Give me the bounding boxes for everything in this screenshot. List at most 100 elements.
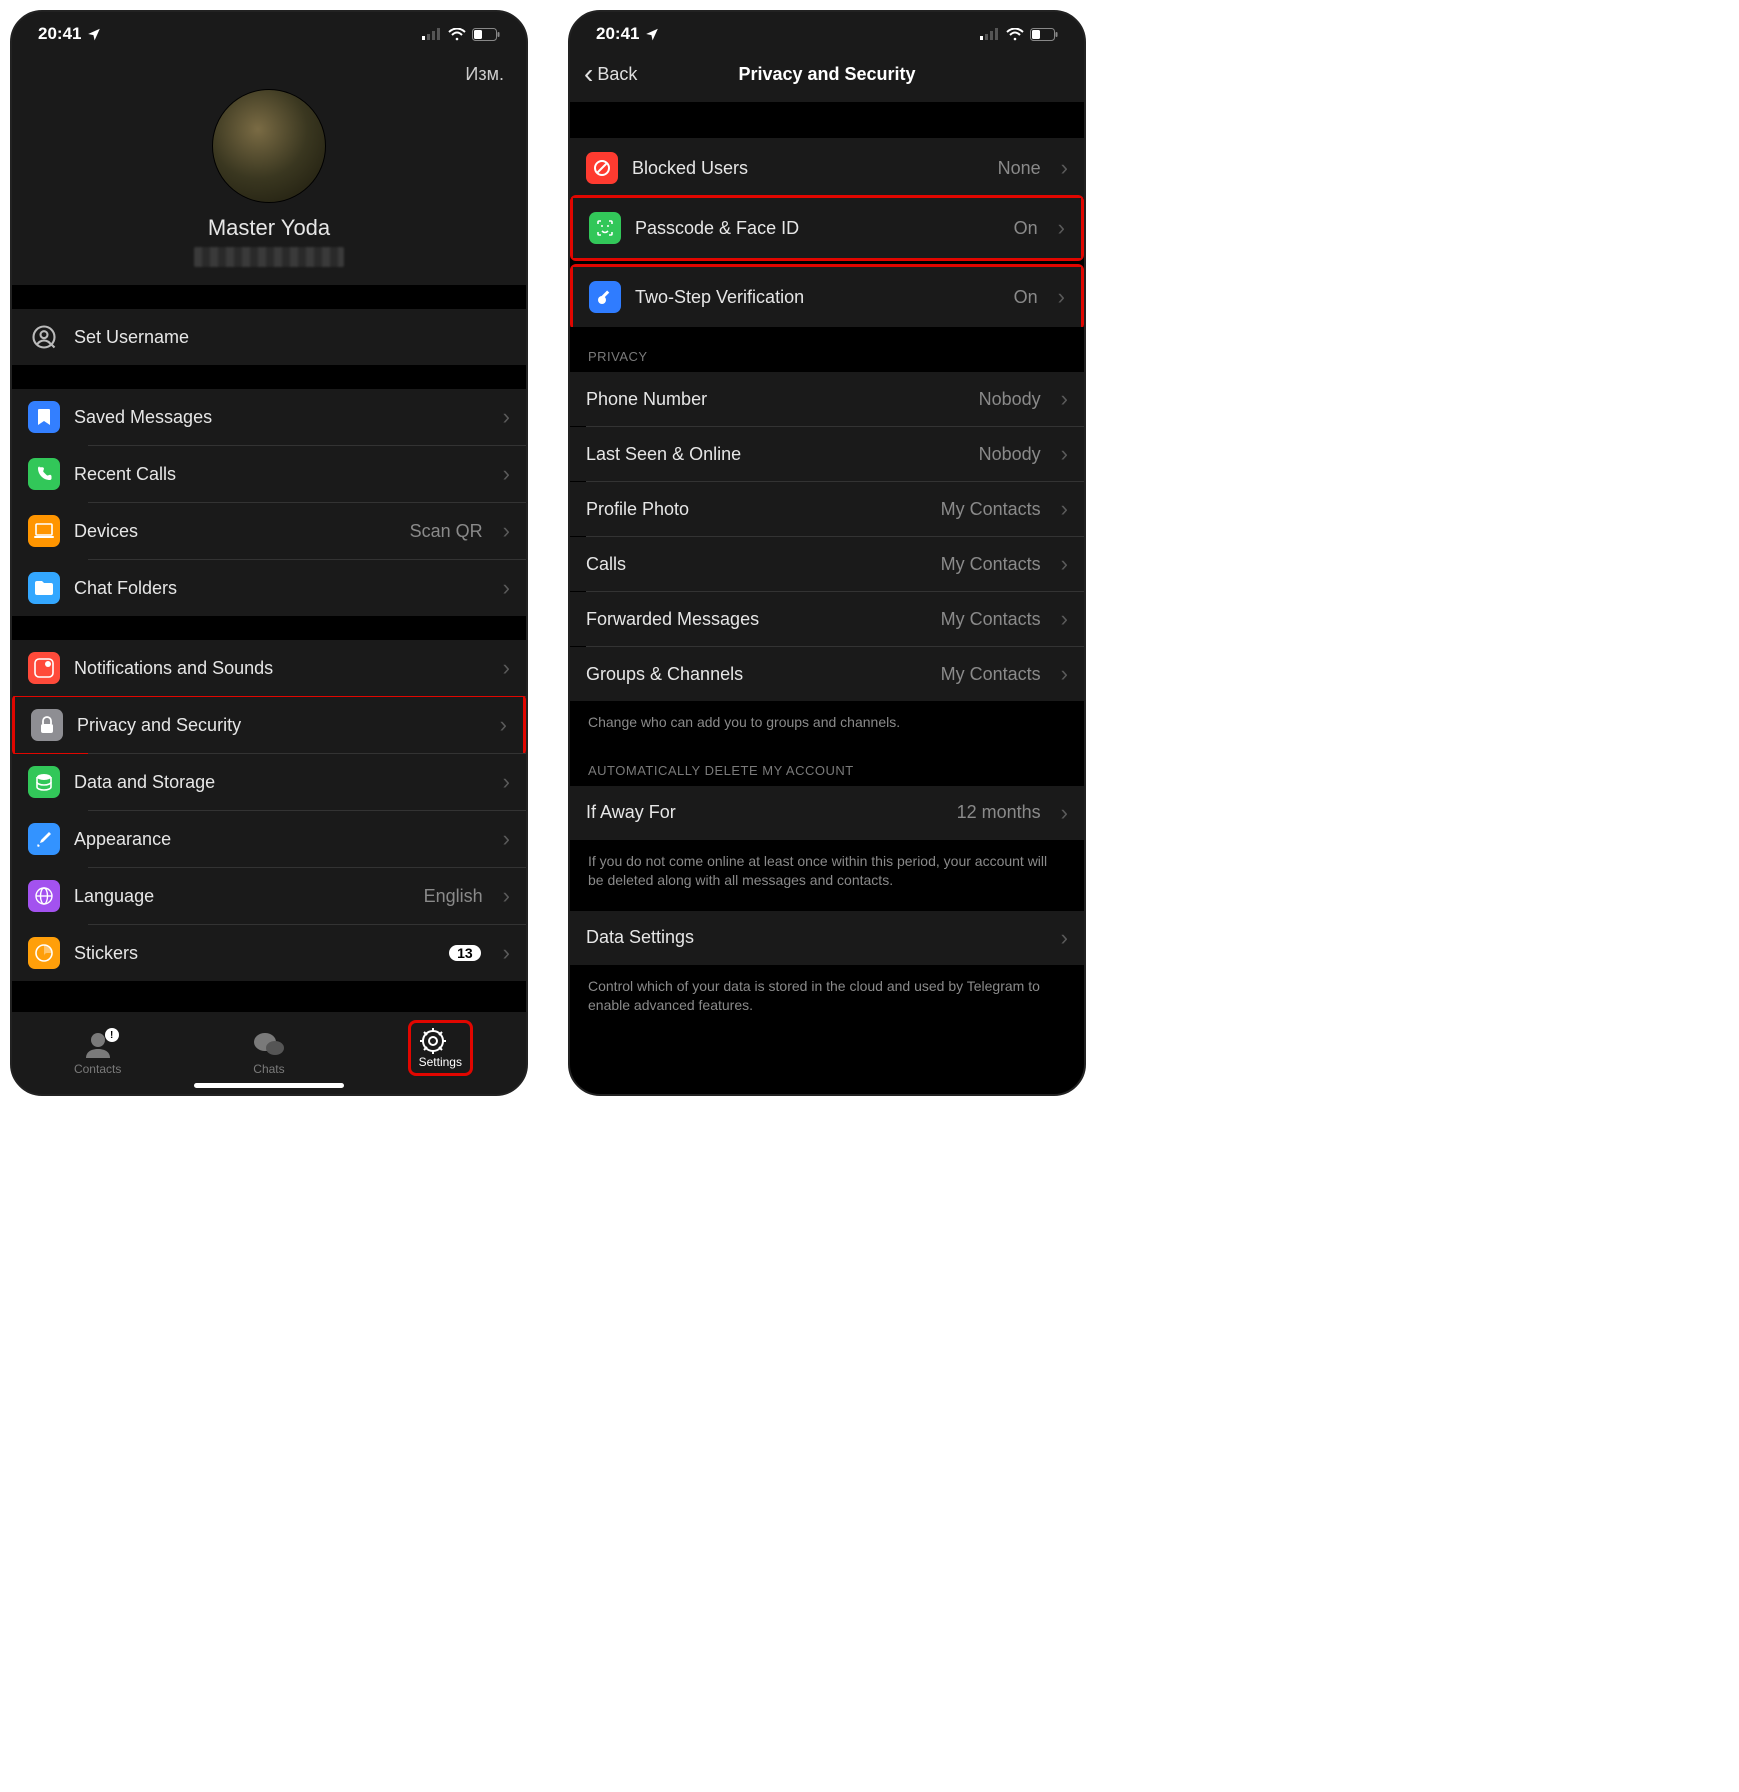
row-value: My Contacts — [941, 609, 1041, 630]
row-value: On — [1014, 218, 1038, 239]
bookmark-icon — [28, 401, 60, 433]
notifications-icon — [28, 652, 60, 684]
tab-settings[interactable]: Settings — [385, 1020, 495, 1076]
row-label: Passcode & Face ID — [635, 218, 1000, 239]
tab-chats[interactable]: Chats — [214, 1030, 324, 1076]
row-value: On — [1014, 287, 1038, 308]
location-icon — [87, 27, 101, 41]
badge-icon: ! — [105, 1028, 119, 1042]
privacy-footer: Change who can add you to groups and cha… — [570, 701, 1084, 741]
passcode-faceid-row[interactable]: Passcode & Face ID On › — [573, 198, 1081, 258]
location-icon — [645, 27, 659, 41]
home-indicator[interactable] — [194, 1083, 344, 1088]
chevron-right-icon: › — [503, 518, 510, 544]
row-label: If Away For — [586, 802, 943, 823]
signal-icon — [422, 28, 442, 40]
chevron-right-icon: › — [503, 404, 510, 430]
chevron-right-icon: › — [1058, 284, 1065, 310]
devices-row[interactable]: Devices Scan QR › — [12, 503, 526, 559]
chevron-right-icon: › — [1061, 496, 1068, 522]
privacy-security-row[interactable]: Privacy and Security › — [15, 697, 523, 753]
row-label: Stickers — [74, 943, 435, 964]
tab-label: Contacts — [74, 1062, 121, 1076]
row-label: Two-Step Verification — [635, 287, 1000, 308]
row-label: Devices — [74, 521, 396, 542]
two-step-row[interactable]: Two-Step Verification On › — [573, 267, 1081, 327]
data-settings-footer: Control which of your data is stored in … — [570, 965, 1084, 1024]
phone-icon — [28, 458, 60, 490]
passcode-highlight: Passcode & Face ID On › — [570, 195, 1084, 261]
chevron-right-icon: › — [1061, 386, 1068, 412]
wifi-icon — [448, 28, 466, 41]
groups-channels-row[interactable]: Groups & Channels My Contacts › — [570, 647, 1084, 701]
notifications-row[interactable]: Notifications and Sounds › — [12, 640, 526, 696]
chevron-right-icon: › — [1061, 155, 1068, 181]
privacy-section-header: PRIVACY — [570, 327, 1084, 372]
row-value: English — [424, 886, 483, 907]
edit-button[interactable]: Изм. — [465, 64, 504, 85]
laptop-icon — [28, 515, 60, 547]
row-value: My Contacts — [941, 664, 1041, 685]
row-label: Profile Photo — [586, 499, 927, 520]
row-label: Forwarded Messages — [586, 609, 927, 630]
back-button[interactable]: ‹ Back — [584, 60, 637, 88]
battery-icon — [472, 28, 500, 41]
chevron-right-icon: › — [503, 655, 510, 681]
tab-bar: ! Contacts Chats Settings — [12, 1011, 526, 1094]
settings-screen: 20:41 Изм. Master Yoda Set Us — [10, 10, 528, 1096]
blocked-users-row[interactable]: Blocked Users None › — [570, 138, 1084, 198]
display-name: Master Yoda — [208, 215, 330, 241]
storage-icon — [28, 766, 60, 798]
status-bar: 20:41 — [570, 12, 1084, 50]
chevron-right-icon: › — [1061, 661, 1068, 687]
status-time: 20:41 — [596, 24, 639, 44]
avatar[interactable] — [212, 89, 326, 203]
set-username-row[interactable]: Set Username — [12, 309, 526, 365]
row-label: Language — [74, 886, 410, 907]
tab-contacts[interactable]: ! Contacts — [43, 1030, 153, 1076]
row-label: Calls — [586, 554, 927, 575]
nav-bar: ‹ Back Privacy and Security — [570, 50, 1084, 102]
calls-privacy-row[interactable]: Calls My Contacts › — [570, 537, 1084, 591]
row-label: Last Seen & Online — [586, 444, 965, 465]
profile-header: Master Yoda — [12, 89, 526, 285]
stickers-row[interactable]: Stickers 13 › — [12, 925, 526, 981]
chevron-right-icon: › — [503, 826, 510, 852]
chevron-right-icon: › — [503, 461, 510, 487]
lock-icon — [31, 709, 63, 741]
folder-icon — [28, 572, 60, 604]
recent-calls-row[interactable]: Recent Calls › — [12, 446, 526, 502]
row-label: Groups & Channels — [586, 664, 927, 685]
auto-delete-header: AUTOMATICALLY DELETE MY ACCOUNT — [570, 741, 1084, 786]
chevron-right-icon: › — [1061, 925, 1068, 951]
battery-icon — [1030, 28, 1058, 41]
phone-number-row[interactable]: Phone Number Nobody › — [570, 372, 1084, 426]
row-label: Phone Number — [586, 389, 965, 410]
if-away-row[interactable]: If Away For 12 months › — [570, 786, 1084, 840]
profile-photo-row[interactable]: Profile Photo My Contacts › — [570, 482, 1084, 536]
row-label: Privacy and Security — [77, 715, 486, 736]
chevron-right-icon: › — [500, 712, 507, 738]
last-seen-row[interactable]: Last Seen & Online Nobody › — [570, 427, 1084, 481]
appearance-row[interactable]: Appearance › — [12, 811, 526, 867]
row-label: Recent Calls — [74, 464, 489, 485]
row-label: Appearance — [74, 829, 489, 850]
status-bar: 20:41 — [12, 12, 526, 50]
language-row[interactable]: Language English › — [12, 868, 526, 924]
row-value: 12 months — [957, 802, 1041, 823]
forwarded-row[interactable]: Forwarded Messages My Contacts › — [570, 592, 1084, 646]
data-storage-row[interactable]: Data and Storage › — [12, 754, 526, 810]
wifi-icon — [1006, 28, 1024, 41]
row-value: My Contacts — [941, 499, 1041, 520]
data-settings-row[interactable]: Data Settings › — [570, 911, 1084, 965]
saved-messages-row[interactable]: Saved Messages › — [12, 389, 526, 445]
row-value: Nobody — [979, 389, 1041, 410]
row-value: Nobody — [979, 444, 1041, 465]
chat-folders-row[interactable]: Chat Folders › — [12, 560, 526, 616]
row-label: Blocked Users — [632, 158, 984, 179]
chevron-right-icon: › — [503, 575, 510, 601]
row-value: None — [998, 158, 1041, 179]
row-label: Data and Storage — [74, 772, 489, 793]
contacts-icon: ! — [83, 1030, 113, 1058]
privacy-screen: 20:41 ‹ Back Privacy and Security — [568, 10, 1086, 1096]
